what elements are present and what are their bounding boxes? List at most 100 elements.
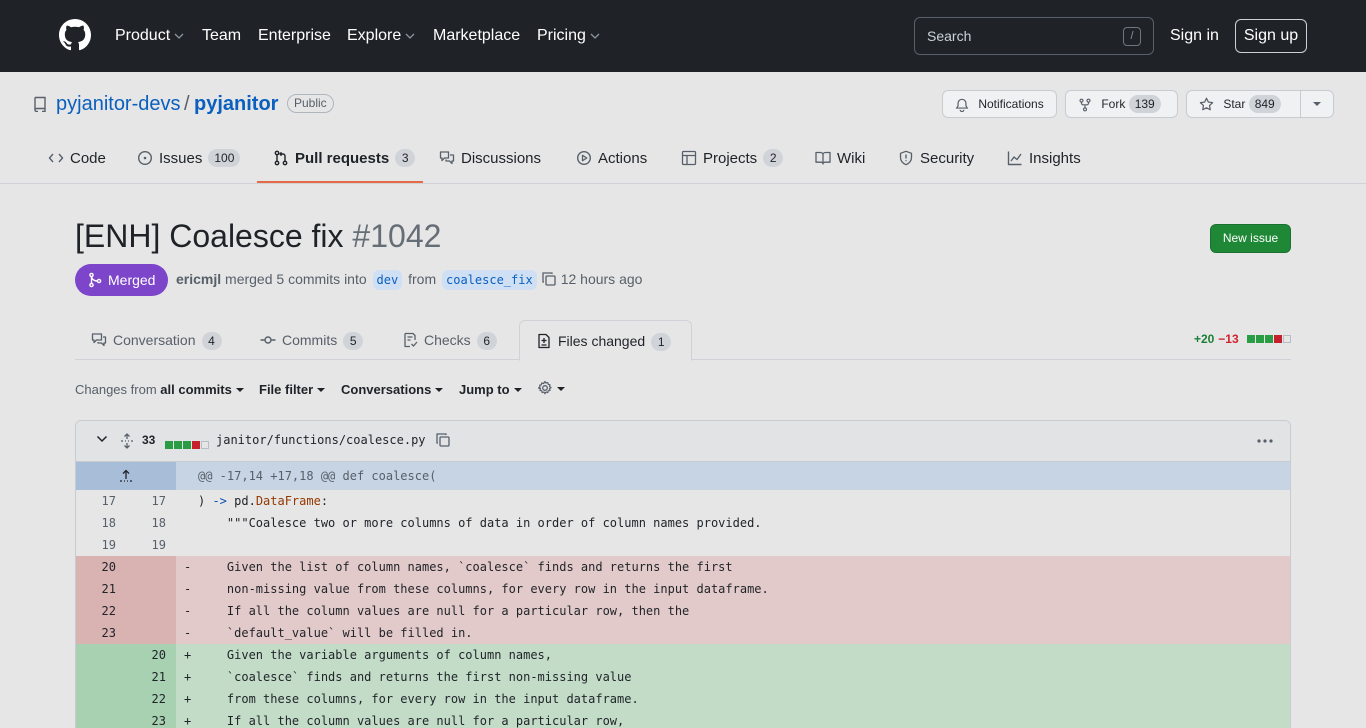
discussion-icon: [439, 151, 455, 165]
file-path[interactable]: janitor/functions/coalesce.py: [216, 433, 426, 447]
conversations-dropdown[interactable]: Conversations: [341, 382, 444, 398]
tab-commits[interactable]: Commits 5: [260, 320, 364, 360]
diff-settings-dropdown[interactable]: [537, 380, 565, 397]
nav-product[interactable]: Product: [115, 26, 184, 46]
tab-label: Actions: [598, 150, 648, 167]
code-text: `coalesce` finds and returns the first n…: [198, 670, 632, 684]
page-title: [ENH] Coalesce fix #1042: [75, 216, 441, 256]
merge-icon: [89, 272, 102, 288]
chevron-down-icon: [174, 33, 184, 39]
sign-up-button[interactable]: Sign up: [1235, 19, 1307, 53]
new-line-number[interactable]: 21: [126, 666, 176, 688]
tab-pull-requests[interactable]: Pull requests 3: [273, 149, 416, 169]
caret-down-icon: [513, 388, 522, 392]
github-logo-icon[interactable]: [59, 19, 91, 51]
repo-name-link[interactable]: pyjanitor: [194, 92, 278, 116]
old-line-number[interactable]: [76, 710, 126, 728]
tab-code[interactable]: Code: [48, 149, 106, 169]
chevron-down-icon[interactable]: [96, 435, 108, 443]
global-header: Product Team Enterprise Explore Marketpl…: [0, 0, 1366, 72]
tab-conversation[interactable]: Conversation 4: [91, 320, 222, 360]
star-button[interactable]: Star 849: [1199, 95, 1281, 113]
diff-line-del: 23 - `default_value` will be filled in.: [76, 622, 1290, 644]
tab-discussions[interactable]: Discussions: [439, 149, 541, 169]
old-line-number[interactable]: 17: [76, 490, 126, 512]
kebab-horizontal-icon[interactable]: [1256, 433, 1274, 449]
new-line-number[interactable]: 19: [126, 534, 176, 556]
old-line-number[interactable]: 22: [76, 600, 126, 622]
new-issue-button[interactable]: New issue: [1210, 224, 1291, 253]
pr-number: #1042: [352, 218, 442, 254]
repo-owner-link[interactable]: pyjanitor-devs: [56, 92, 181, 116]
unfold-icon[interactable]: [119, 433, 135, 449]
search-input[interactable]: Search /: [914, 17, 1154, 55]
nav-team[interactable]: Team: [202, 26, 241, 46]
fork-icon: [1079, 98, 1091, 112]
base-branch[interactable]: dev: [372, 270, 403, 290]
new-line-number[interactable]: 23: [126, 710, 176, 728]
caret-down-icon: [435, 388, 444, 392]
new-line-number[interactable]: [126, 556, 176, 578]
code-text: ) -> pd.DataFrame:: [198, 494, 329, 508]
copy-icon[interactable]: [435, 432, 451, 448]
tab-label: Security: [920, 150, 975, 167]
star-dropdown-button[interactable]: [1301, 91, 1333, 117]
jump-to-dropdown[interactable]: Jump to: [459, 382, 522, 398]
nav-explore[interactable]: Explore: [347, 26, 415, 46]
star-button-group: Star 849: [1186, 90, 1334, 118]
old-line-number[interactable]: [76, 688, 126, 710]
code-text: from these columns, for every row in the…: [198, 692, 639, 706]
nav-marketplace[interactable]: Marketplace: [433, 26, 520, 46]
author-link[interactable]: ericmjl: [176, 271, 221, 287]
old-line-number[interactable]: 18: [76, 512, 126, 534]
sign-in-link[interactable]: Sign in: [1170, 26, 1219, 46]
tab-projects[interactable]: Projects 2: [681, 149, 784, 169]
tab-label: Insights: [1029, 150, 1081, 167]
code-text: If all the column values are null for a …: [198, 604, 690, 618]
new-line-number[interactable]: 17: [126, 490, 176, 512]
diff-line-del: 21 - non-missing value from these columns…: [76, 578, 1290, 600]
copy-icon[interactable]: [541, 271, 557, 287]
tab-label: Issues: [159, 150, 203, 167]
pull-request-icon: [274, 150, 288, 166]
new-line-number[interactable]: 22: [126, 688, 176, 710]
notifications-button[interactable]: Notifications: [942, 90, 1057, 118]
diffstat-bar: [164, 436, 209, 452]
old-line-number[interactable]: 23: [76, 622, 126, 644]
gear-icon: [537, 380, 552, 395]
fork-button[interactable]: Fork 139: [1065, 90, 1178, 118]
new-line-number[interactable]: [126, 578, 176, 600]
hunk-header: @@ -17,14 +17,18 @@ def coalesce(: [76, 462, 1290, 490]
code-text: Given the list of column names, `coalesc…: [198, 560, 733, 574]
head-branch[interactable]: coalesce_fix: [442, 270, 537, 290]
old-line-number[interactable]: 21: [76, 578, 126, 600]
deletions-count: −13: [1218, 332, 1239, 346]
file-diff-icon: [538, 333, 550, 349]
new-line-number[interactable]: [126, 600, 176, 622]
old-line-number[interactable]: 19: [76, 534, 126, 556]
tab-security[interactable]: Security: [898, 149, 974, 169]
diff-line-del: 20 - Given the list of column names, `coa…: [76, 556, 1290, 578]
tab-actions[interactable]: Actions: [576, 149, 647, 169]
tab-label: Wiki: [837, 150, 866, 167]
expand-up-button[interactable]: [76, 462, 176, 490]
tab-issues[interactable]: Issues 100: [137, 149, 241, 169]
tab-insights[interactable]: Insights: [1007, 149, 1081, 169]
old-line-number[interactable]: [76, 666, 126, 688]
nav-enterprise[interactable]: Enterprise: [258, 26, 331, 46]
tab-wiki[interactable]: Wiki: [815, 149, 865, 169]
old-line-number[interactable]: [76, 644, 126, 666]
diff-sign: +: [184, 670, 192, 684]
tab-label: Commits: [282, 332, 338, 348]
tab-checks[interactable]: Checks 6: [402, 320, 497, 360]
tab-label: Code: [70, 150, 106, 167]
new-line-number[interactable]: [126, 622, 176, 644]
old-line-number[interactable]: 20: [76, 556, 126, 578]
fork-count: 139: [1128, 95, 1161, 113]
nav-pricing[interactable]: Pricing: [537, 26, 600, 46]
new-line-number[interactable]: 20: [126, 644, 176, 666]
tab-files-changed[interactable]: Files changed 1: [519, 320, 692, 361]
new-line-number[interactable]: 18: [126, 512, 176, 534]
file-filter-dropdown[interactable]: File filter: [259, 382, 326, 398]
changes-from-dropdown[interactable]: Changes from all commits: [75, 382, 244, 398]
